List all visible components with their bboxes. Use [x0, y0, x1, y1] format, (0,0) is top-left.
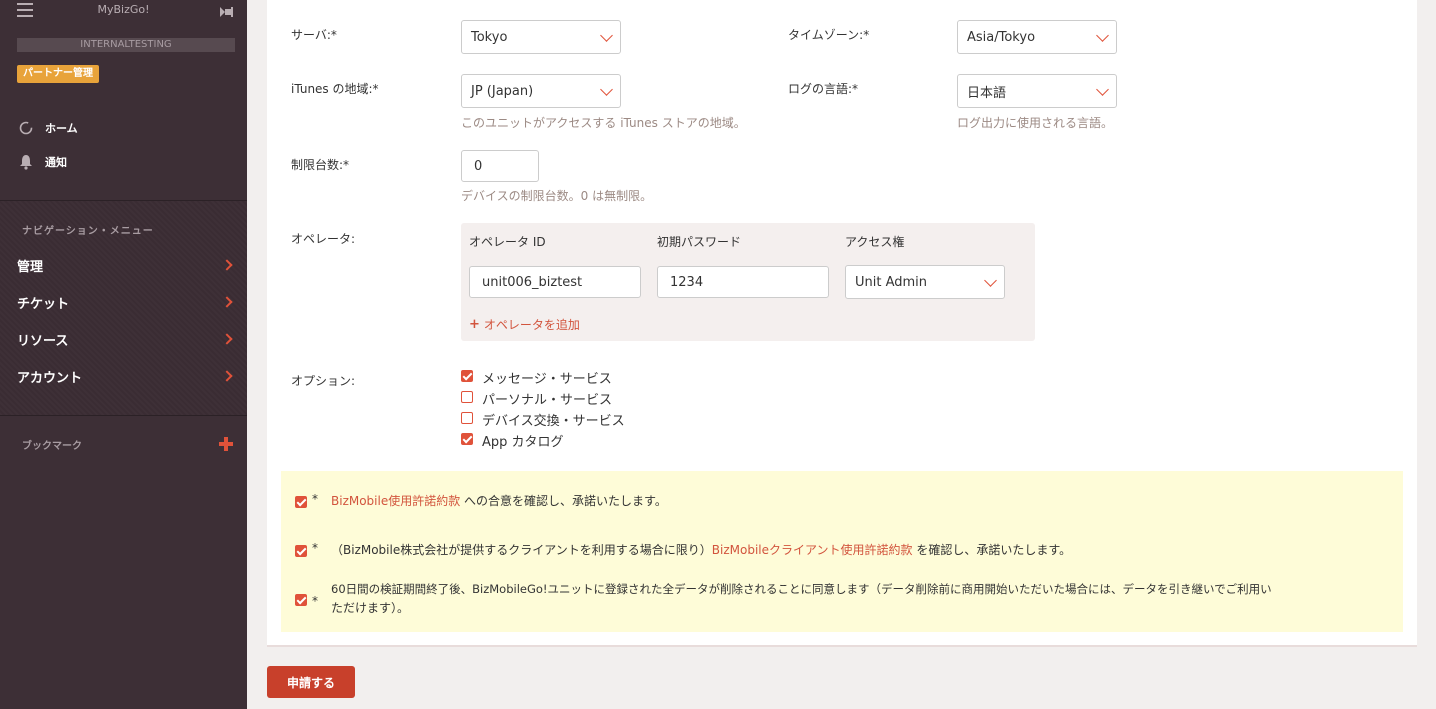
options-label: オプション: — [291, 374, 356, 388]
agreement-text: 60日間の検証期間終了後、BizMobileGo!ユニットに登録された全データが… — [331, 580, 1331, 618]
sidebar-item-label: 通知 — [45, 156, 67, 169]
option-label: パーソナル・サービス — [482, 393, 613, 408]
navigation-heading: ナビゲーション・メニュー — [22, 226, 154, 237]
server-label: サーバ:* — [291, 28, 337, 42]
sidebar-item-resources[interactable]: リソース — [17, 328, 235, 350]
agree-data-deletion-checkbox[interactable] — [295, 594, 307, 606]
chevron-down-icon — [600, 83, 613, 96]
bell-icon — [17, 153, 35, 171]
chevron-right-icon — [221, 333, 233, 345]
home-circle-icon — [17, 119, 35, 137]
license-terms-link[interactable]: BizMobile使用許諾約款 — [331, 494, 460, 508]
nav-item-label: アカウント — [17, 370, 83, 386]
required-mark: * — [312, 492, 318, 506]
chevron-right-icon — [221, 259, 233, 271]
option-label: メッセージ・サービス — [482, 372, 612, 387]
agree-license-checkbox[interactable] — [295, 496, 307, 508]
client-license-terms-link[interactable]: BizMobileクライアント使用許諾約款 — [712, 543, 913, 557]
option-checkbox-personal-service[interactable] — [461, 391, 473, 403]
pin-icon[interactable] — [218, 4, 234, 20]
itunes-region-help: このユニットがアクセスする iTunes ストアの地域。 — [461, 116, 746, 130]
initial-password-input[interactable]: 1234 — [657, 266, 829, 298]
chevron-down-icon — [1096, 83, 1109, 96]
chevron-right-icon — [221, 370, 233, 382]
option-label: デバイス交換・サービス — [482, 414, 625, 429]
sidebar-item-home[interactable]: ホーム — [17, 119, 78, 137]
submit-button[interactable]: 申請する — [267, 666, 355, 698]
server-select-value: Tokyo — [471, 29, 508, 45]
log-language-help: ログ出力に使用される言語。 — [957, 116, 1114, 130]
add-operator-link[interactable]: + オペレータを追加 — [469, 316, 580, 333]
sidebar-divider — [0, 415, 247, 416]
agreement-text: BizMobile使用許諾約款 への合意を確認し、承諾いたします。 — [331, 492, 667, 511]
sidebar-item-label: ホーム — [45, 122, 78, 135]
sidebar-item-tickets[interactable]: チケット — [17, 291, 235, 313]
device-limit-help: デバイスの制限台数。0 は無制限。 — [461, 189, 653, 203]
sidebar-item-account[interactable]: アカウント — [17, 365, 235, 387]
chevron-down-icon — [600, 29, 613, 42]
operator-id-value: unit006_biztest — [482, 274, 583, 290]
chevron-down-icon — [984, 274, 997, 287]
operator-label: オペレータ: — [291, 232, 356, 246]
agreement-line: ただけます）。 — [331, 601, 410, 615]
access-rights-value: Unit Admin — [855, 274, 928, 290]
timezone-select-value: Asia/Tokyo — [967, 29, 1036, 45]
device-limit-label: 制限台数:* — [291, 158, 350, 172]
agree-client-license-checkbox[interactable] — [295, 545, 307, 557]
agreement-text: （BizMobile株式会社が提供するクライアントを利用する場合に限り）BizM… — [331, 541, 1071, 560]
log-language-value: 日本語 — [967, 85, 1007, 101]
sidebar-header: MyBizGo! — [0, 0, 247, 36]
operator-id-header: オペレータ ID — [469, 235, 546, 249]
agreement-sentence: への合意を確認し、承諾いたします。 — [460, 494, 667, 508]
add-operator-label: オペレータを追加 — [483, 318, 580, 332]
device-limit-value: 0 — [474, 158, 483, 174]
brand-name: MyBizGo! — [97, 3, 150, 16]
log-language-select[interactable]: 日本語 — [957, 74, 1117, 108]
nav-item-label: チケット — [17, 296, 70, 312]
required-mark: * — [312, 594, 318, 608]
initial-password-header: 初期パスワード — [657, 235, 742, 249]
sidebar-item-management[interactable]: 管理 — [17, 254, 235, 276]
agreement-panel: * BizMobile使用許諾約款 への合意を確認し、承諾いたします。 * （B… — [281, 471, 1403, 632]
option-checkbox-device-exchange[interactable] — [461, 412, 473, 424]
itunes-region-select[interactable]: JP (Japan) — [461, 74, 621, 108]
itunes-region-label: iTunes の地域:* — [291, 82, 379, 96]
itunes-region-value: JP (Japan) — [471, 83, 534, 99]
timezone-select[interactable]: Asia/Tokyo — [957, 20, 1117, 54]
nav-item-label: 管理 — [17, 259, 44, 275]
agreement-sentence: を確認し、承諾いたします。 — [912, 543, 1072, 557]
operator-id-input[interactable]: unit006_biztest — [469, 266, 641, 298]
option-checkbox-message-service[interactable] — [461, 370, 473, 382]
device-limit-input[interactable]: 0 — [461, 150, 539, 182]
option-label: App カタログ — [482, 435, 564, 450]
server-select[interactable]: Tokyo — [461, 20, 621, 54]
bookmark-heading: ブックマーク — [22, 441, 82, 452]
required-mark: * — [312, 541, 318, 555]
access-rights-select[interactable]: Unit Admin — [845, 265, 1005, 299]
access-rights-header: アクセス権 — [845, 235, 905, 249]
partner-badge[interactable]: パートナー管理 — [17, 65, 99, 83]
chevron-down-icon — [1096, 29, 1109, 42]
initial-password-value: 1234 — [670, 274, 704, 290]
plus-icon: + — [469, 317, 480, 332]
log-language-label: ログの言語:* — [788, 82, 859, 96]
nav-item-label: リソース — [17, 333, 69, 349]
option-checkbox-app-catalog[interactable] — [461, 433, 473, 445]
add-bookmark-plus-icon[interactable] — [218, 436, 234, 452]
environment-label: INTERNALTESTING — [17, 38, 235, 52]
chevron-right-icon — [221, 296, 233, 308]
sidebar-item-notifications[interactable]: 通知 — [17, 153, 67, 171]
agreement-line: 60日間の検証期間終了後、BizMobileGo!ユニットに登録された全データが… — [331, 582, 1272, 596]
sidebar: MyBizGo! INTERNALTESTING パートナー管理 ホーム 通知 … — [0, 0, 247, 709]
timezone-label: タイムゾーン:* — [788, 28, 870, 42]
agreement-prefix: （BizMobile株式会社が提供するクライアントを利用する場合に限り） — [331, 543, 712, 557]
application-form: サーバ:* Tokyo タイムゾーン:* Asia/Tokyo iTunes の… — [267, 0, 1417, 647]
